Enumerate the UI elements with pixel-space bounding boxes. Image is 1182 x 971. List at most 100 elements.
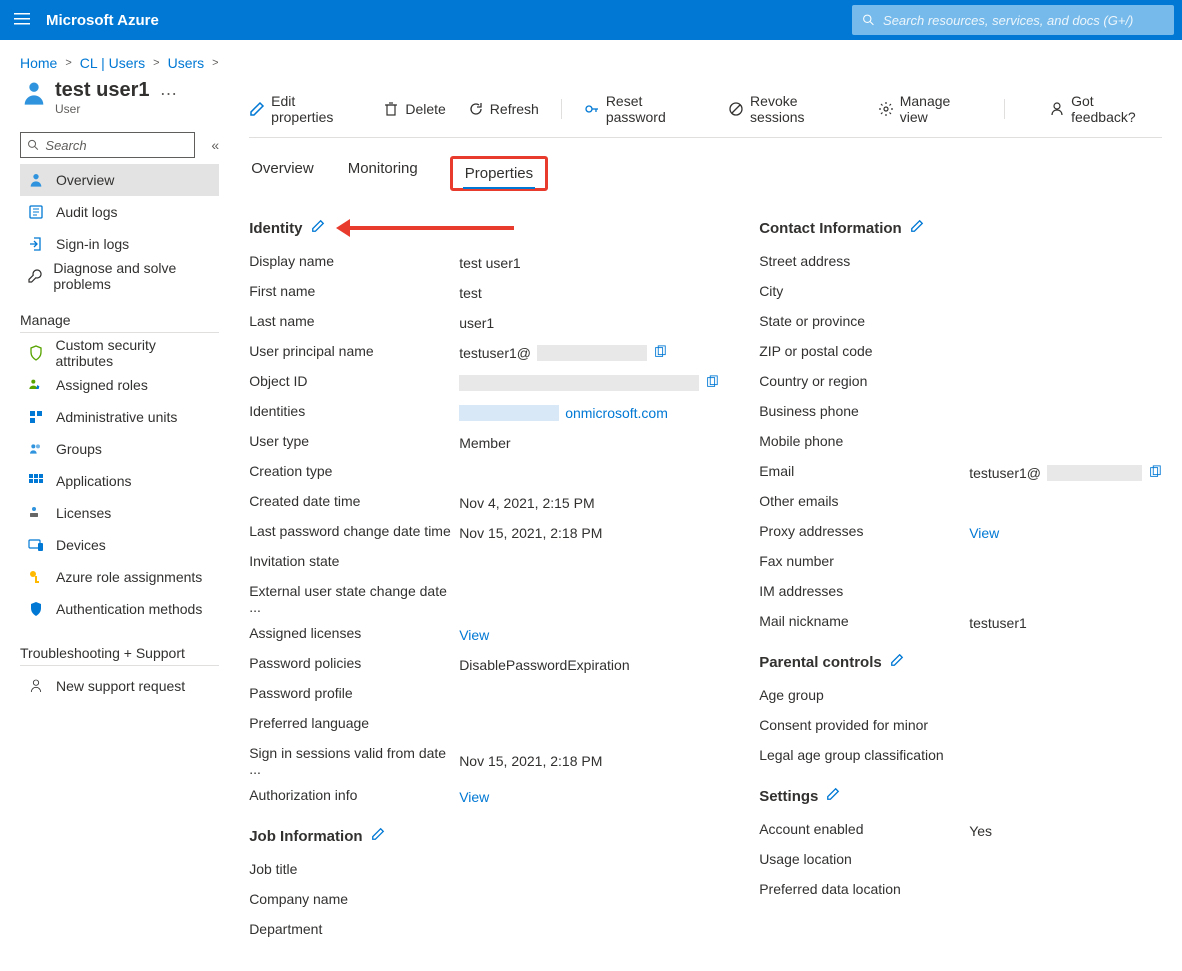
proxy-link[interactable]: View	[969, 523, 1162, 543]
other-emails-value	[969, 493, 1162, 513]
edit-icon[interactable]	[311, 219, 325, 237]
pref-lang-value	[459, 715, 719, 735]
global-search[interactable]	[852, 5, 1174, 35]
extstate-value	[459, 583, 719, 615]
support-icon	[26, 678, 46, 694]
nav-overview[interactable]: Overview	[20, 164, 219, 196]
pwd-policies-value: DisablePasswordExpiration	[459, 655, 719, 675]
nav-assigned-roles[interactable]: Assigned roles	[20, 369, 219, 401]
page-heading: test user1 User …	[20, 79, 219, 116]
nav-applications[interactable]: Applications	[20, 465, 219, 497]
email-value: testuser1@	[969, 463, 1162, 483]
nav-support[interactable]: New support request	[20, 670, 219, 702]
edit-icon[interactable]	[826, 787, 840, 805]
apps-icon	[26, 473, 46, 489]
delete-button[interactable]: Delete	[383, 101, 445, 117]
country-value	[969, 373, 1162, 393]
arrow-annotation	[339, 226, 514, 230]
hamburger-icon[interactable]	[0, 11, 44, 30]
breadcrumb-users1[interactable]: CL | Users	[80, 55, 145, 71]
business-phone-value	[969, 403, 1162, 423]
nav-licenses[interactable]: Licenses	[20, 497, 219, 529]
upn-value: testuser1@	[459, 343, 719, 363]
revoke-sessions-button[interactable]: Revoke sessions	[728, 93, 856, 125]
breadcrumb-home[interactable]: Home	[20, 55, 57, 71]
tab-overview[interactable]: Overview	[249, 156, 316, 191]
nav-section-manage: Manage	[20, 312, 219, 333]
nav-admin-units[interactable]: Administrative units	[20, 401, 219, 433]
nav-diagnose[interactable]: Diagnose and solve problems	[20, 260, 219, 292]
created-value: Nov 4, 2021, 2:15 PM	[459, 493, 719, 513]
assigned-licenses-link[interactable]: View	[459, 625, 719, 645]
identities-value[interactable]: onmicrosoft.com	[459, 403, 719, 423]
user-icon	[26, 172, 46, 188]
copy-icon[interactable]	[653, 345, 667, 362]
feedback-button[interactable]: Got feedback?	[1049, 93, 1162, 125]
breadcrumb-users2[interactable]: Users	[168, 55, 205, 71]
page-title: test user1	[55, 79, 150, 102]
edit-icon[interactable]	[371, 827, 385, 845]
shield-icon	[26, 601, 46, 617]
edit-icon[interactable]	[890, 653, 904, 671]
copy-icon[interactable]	[705, 375, 719, 392]
copy-icon[interactable]	[1148, 465, 1162, 482]
enabled-value: Yes	[969, 821, 1162, 841]
prefdata-value	[969, 881, 1162, 901]
section-identity: Identity	[249, 219, 719, 237]
brand-label: Microsoft Azure	[46, 12, 159, 29]
nav-audit-logs[interactable]: Audit logs	[20, 196, 219, 228]
section-job: Job Information	[249, 827, 719, 845]
edit-properties-button[interactable]: Edit properties	[249, 93, 361, 125]
im-value	[969, 583, 1162, 603]
command-bar: Edit properties Delete Refresh Reset pas…	[249, 79, 1162, 138]
nav-section-trouble: Troubleshooting + Support	[20, 645, 219, 666]
global-search-input[interactable]	[883, 13, 1164, 28]
pwd-profile-value	[459, 685, 719, 705]
state-value	[969, 313, 1162, 333]
creation-type-value	[459, 463, 719, 483]
wrench-icon	[26, 268, 43, 284]
page-subtitle: User	[55, 102, 150, 116]
breadcrumb: Home> CL | Users> Users>	[0, 40, 1182, 79]
groups-icon	[26, 441, 46, 457]
refresh-button[interactable]: Refresh	[468, 101, 539, 117]
nav-custom-security[interactable]: Custom security attributes	[20, 337, 219, 369]
tabs: Overview Monitoring Properties	[249, 156, 1162, 191]
mail-nick-value: testuser1	[969, 613, 1162, 633]
last-name-value: user1	[459, 313, 719, 333]
nav-devices[interactable]: Devices	[20, 529, 219, 561]
nav-search[interactable]	[20, 132, 195, 158]
roles-icon	[26, 377, 46, 393]
city-value	[969, 283, 1162, 303]
tab-monitoring[interactable]: Monitoring	[346, 156, 420, 191]
object-id-value	[459, 373, 719, 393]
nav-auth-methods[interactable]: Authentication methods	[20, 593, 219, 625]
search-icon	[862, 13, 875, 27]
section-settings: Settings	[759, 787, 1162, 805]
auth-info-link[interactable]: View	[459, 787, 719, 807]
display-name-value: test user1	[459, 253, 719, 273]
search-icon	[27, 138, 39, 152]
age-value	[969, 687, 1162, 707]
user-icon	[20, 79, 48, 110]
manage-view-button[interactable]: Manage view	[878, 93, 982, 125]
licenses-icon	[26, 505, 46, 521]
tab-properties[interactable]: Properties	[450, 156, 548, 191]
nav-groups[interactable]: Groups	[20, 433, 219, 465]
nav-signin-logs[interactable]: Sign-in logs	[20, 228, 219, 260]
log-icon	[26, 204, 46, 220]
edit-icon[interactable]	[910, 219, 924, 237]
collapse-icon[interactable]: «	[211, 137, 219, 153]
signin-valid-value: Nov 15, 2021, 2:18 PM	[459, 745, 719, 777]
nav-search-input[interactable]	[45, 138, 188, 153]
zip-value	[969, 343, 1162, 363]
more-icon[interactable]: …	[160, 79, 178, 100]
street-value	[969, 253, 1162, 273]
mobile-phone-value	[969, 433, 1162, 453]
job-title-value	[459, 861, 719, 881]
section-parental: Parental controls	[759, 653, 1162, 671]
reset-password-button[interactable]: Reset password	[584, 93, 706, 125]
usage-value	[969, 851, 1162, 871]
nav-azure-roles[interactable]: Azure role assignments	[20, 561, 219, 593]
first-name-value: test	[459, 283, 719, 303]
